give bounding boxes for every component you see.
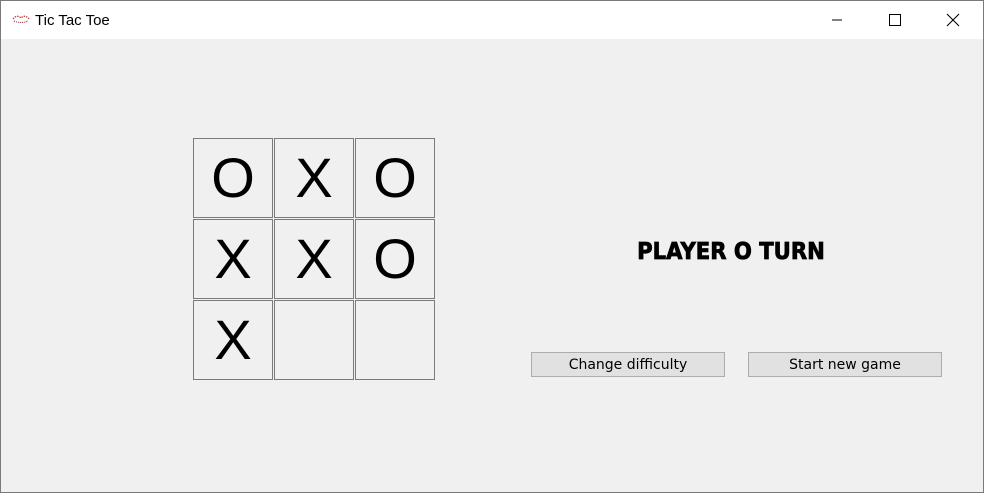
minimize-button[interactable] — [814, 1, 860, 39]
minimize-icon — [832, 19, 842, 21]
game-board: O X O X X O X — [193, 138, 436, 381]
board-cell-r1c1[interactable]: O — [193, 138, 273, 218]
turn-status-label: PLAYER O TURN — [637, 239, 826, 266]
board-cell-r2c1[interactable]: X — [193, 219, 273, 299]
close-button[interactable] — [930, 1, 976, 39]
app-window: Tic Tac Toe O X O X X O X PLAYER O TURN — [0, 0, 984, 493]
board-cell-r1c3[interactable]: O — [355, 138, 435, 218]
board-cell-r2c3[interactable]: O — [355, 219, 435, 299]
change-difficulty-button[interactable]: Change difficulty — [531, 352, 725, 377]
start-new-game-button[interactable]: Start new game — [748, 352, 942, 377]
board-cell-r3c2[interactable] — [274, 300, 354, 380]
title-bar[interactable]: Tic Tac Toe — [1, 1, 983, 39]
board-cell-r3c3[interactable] — [355, 300, 435, 380]
board-cell-r1c2[interactable]: X — [274, 138, 354, 218]
board-cell-r2c2[interactable]: X — [274, 219, 354, 299]
game-icon — [12, 15, 30, 23]
window-title: Tic Tac Toe — [35, 12, 110, 29]
close-icon — [946, 13, 960, 27]
maximize-button[interactable] — [872, 1, 918, 39]
board-cell-r3c1[interactable]: X — [193, 300, 273, 380]
maximize-icon — [889, 14, 901, 26]
